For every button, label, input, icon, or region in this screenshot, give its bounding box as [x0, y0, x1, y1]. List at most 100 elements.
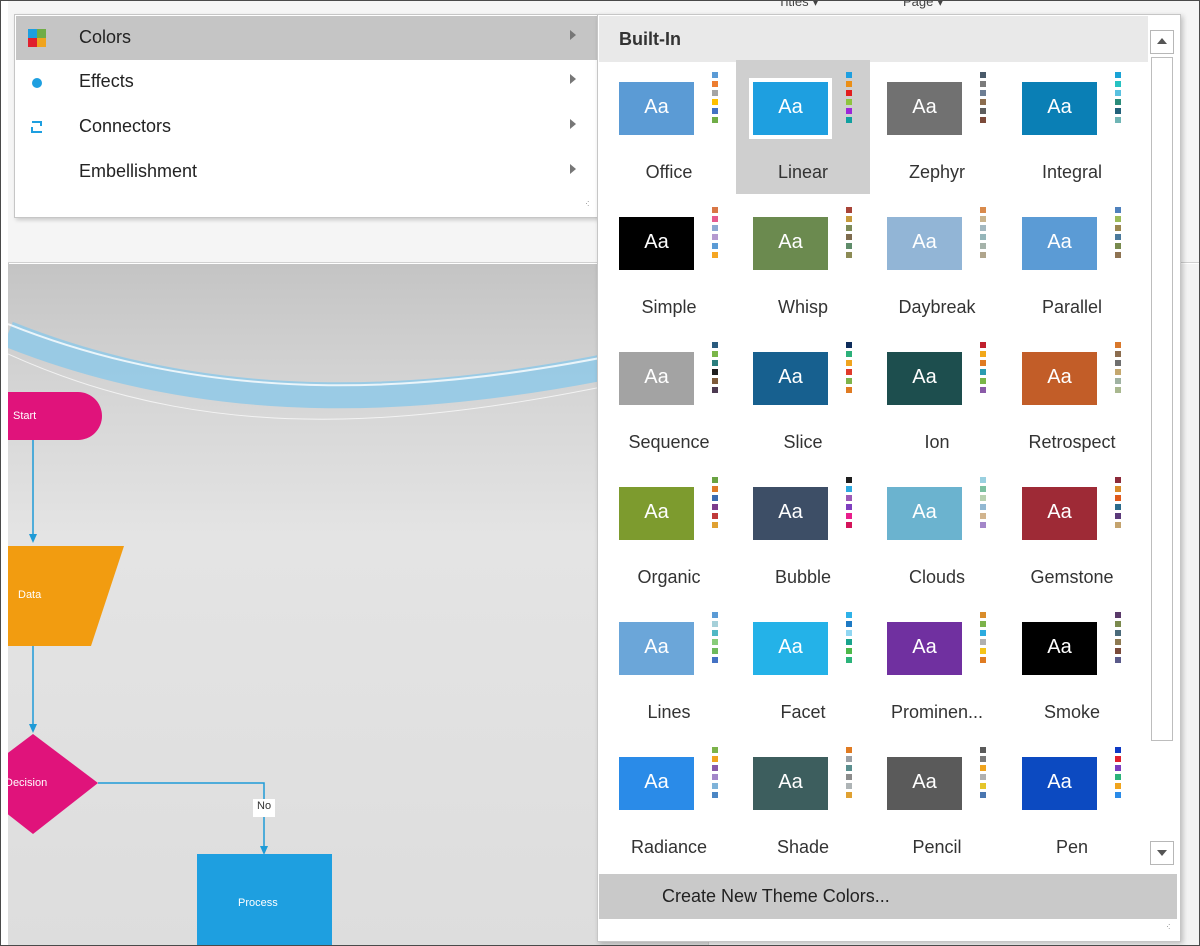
resize-grip-icon[interactable]: ·: [585, 199, 593, 209]
color-chip [980, 495, 986, 501]
color-chip [1115, 783, 1121, 789]
theme-tile[interactable]: Aa Whisp [736, 195, 870, 329]
color-chip [980, 72, 986, 78]
arrowhead-icon [260, 846, 268, 855]
theme-swatch: Aa [753, 487, 828, 540]
color-chip [712, 252, 718, 258]
color-chip [712, 504, 718, 510]
color-chip [846, 207, 852, 213]
theme-tile[interactable]: Aa Office [602, 60, 736, 194]
theme-swatch: Aa [619, 217, 694, 270]
color-chip [980, 612, 986, 618]
menu-item-effects[interactable]: Effects [16, 60, 597, 104]
menu-item-embellishment[interactable]: Embellishment [16, 150, 597, 194]
scroll-thumb[interactable] [1151, 57, 1173, 741]
theme-color-stripes [846, 477, 852, 531]
color-chip [712, 765, 718, 771]
theme-sample-text: Aa [912, 96, 937, 118]
color-chip [1115, 216, 1121, 222]
color-chip [846, 234, 852, 240]
scroll-down-button[interactable] [1150, 841, 1174, 865]
theme-tile[interactable]: Aa Simple [602, 195, 736, 329]
color-chip [712, 657, 718, 663]
color-chip [980, 513, 986, 519]
resize-grip-icon[interactable]: ·: [1166, 922, 1174, 932]
theme-color-stripes [1115, 612, 1121, 666]
color-chip [1115, 225, 1121, 231]
theme-name: Office [645, 162, 693, 182]
submenu-arrow-icon [570, 74, 576, 84]
color-chip [980, 792, 986, 798]
gallery-scrollbar[interactable] [1150, 20, 1174, 865]
theme-tile[interactable]: Aa Bubble [736, 465, 870, 599]
color-chip [846, 774, 852, 780]
color-chip [1115, 342, 1121, 348]
color-chip [980, 621, 986, 627]
theme-name: Clouds [908, 567, 966, 587]
theme-tile[interactable]: Aa Organic [602, 465, 736, 599]
theme-color-stripes [980, 747, 986, 801]
theme-tile[interactable]: Aa Retrospect [1005, 330, 1139, 464]
theme-swatch: Aa [887, 487, 962, 540]
theme-tile[interactable]: Aa Clouds [870, 465, 1004, 599]
theme-tile[interactable]: Aa Prominen... [870, 600, 1004, 734]
color-chip [980, 504, 986, 510]
color-chip [846, 225, 852, 231]
theme-swatch: Aa [753, 622, 828, 675]
theme-color-stripes [1115, 477, 1121, 531]
theme-color-stripes [980, 477, 986, 531]
theme-color-stripes [980, 612, 986, 666]
theme-color-stripes [712, 207, 718, 261]
theme-tile[interactable]: Aa Ion [870, 330, 1004, 464]
theme-sample-text: Aa [1047, 501, 1072, 523]
theme-name: Pen [1055, 837, 1089, 857]
color-chip [712, 351, 718, 357]
theme-tile[interactable]: Aa Smoke [1005, 600, 1139, 734]
theme-color-stripes [846, 747, 852, 801]
theme-tile[interactable]: Aa Lines [602, 600, 736, 734]
theme-tile[interactable]: Aa Pencil [870, 735, 1004, 869]
color-chip [712, 99, 718, 105]
theme-swatch: Aa [887, 217, 962, 270]
ribbon-page-label[interactable]: Page ▾ [903, 0, 944, 10]
theme-tile[interactable]: Aa Slice [736, 330, 870, 464]
color-chip [980, 639, 986, 645]
create-new-theme-colors-button[interactable]: Create New Theme Colors... [599, 874, 1177, 919]
theme-tile[interactable]: Aa Linear [736, 60, 870, 194]
color-chip [846, 387, 852, 393]
theme-swatch: Aa [887, 757, 962, 810]
submenu-arrow-icon [570, 30, 576, 40]
theme-tile[interactable]: Aa Pen [1005, 735, 1139, 869]
theme-color-stripes [712, 612, 718, 666]
theme-tile[interactable]: Aa Integral [1005, 60, 1139, 194]
color-chip [712, 495, 718, 501]
color-chip [1115, 648, 1121, 654]
scroll-up-button[interactable] [1150, 30, 1174, 54]
menu-item-connectors[interactable]: Connectors [16, 105, 597, 149]
color-chip [980, 117, 986, 123]
color-chip [980, 207, 986, 213]
color-chip [1115, 81, 1121, 87]
menu-item-label: Colors [79, 27, 132, 47]
theme-tile[interactable]: Aa Radiance [602, 735, 736, 869]
theme-tile[interactable]: Aa Parallel [1005, 195, 1139, 329]
theme-name: Simple [641, 297, 697, 317]
theme-tile[interactable]: Aa Gemstone [1005, 465, 1139, 599]
theme-tile[interactable]: Aa Daybreak [870, 195, 1004, 329]
theme-tile[interactable]: Aa Sequence [602, 330, 736, 464]
color-chip [846, 522, 852, 528]
theme-tile[interactable]: Aa Zephyr [870, 60, 1004, 194]
ribbon-titles-label[interactable]: Titles ▾ [778, 0, 819, 10]
color-chip [846, 81, 852, 87]
color-chip [846, 108, 852, 114]
color-chip [1115, 477, 1121, 483]
theme-tile[interactable]: Aa Shade [736, 735, 870, 869]
color-chip [980, 657, 986, 663]
theme-color-stripes [1115, 342, 1121, 396]
theme-name: Organic [637, 567, 701, 587]
theme-color-stripes [980, 207, 986, 261]
theme-swatch: Aa [887, 352, 962, 405]
theme-tile[interactable]: Aa Facet [736, 600, 870, 734]
color-chip [846, 621, 852, 627]
menu-item-colors[interactable]: Colors [16, 16, 597, 60]
